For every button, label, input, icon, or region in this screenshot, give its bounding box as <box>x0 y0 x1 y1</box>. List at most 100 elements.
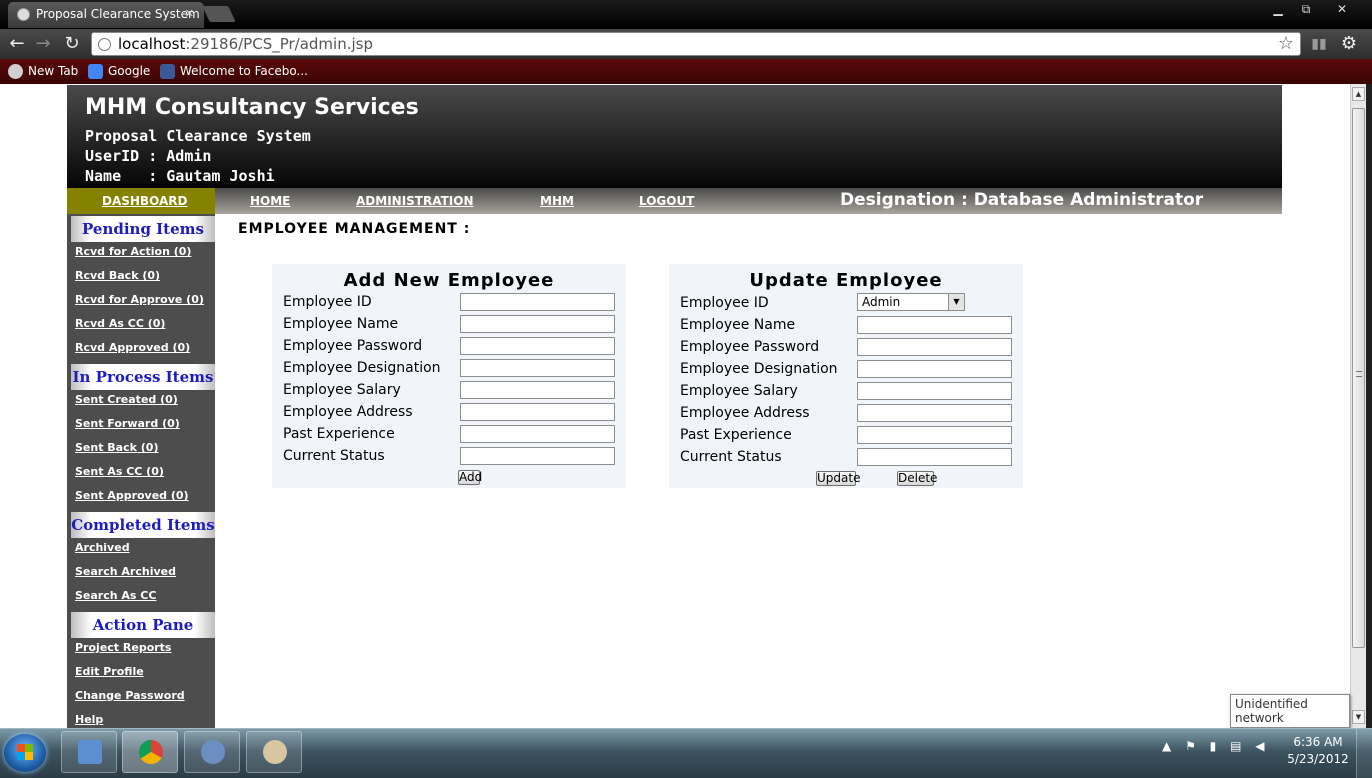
rcvd-back-link[interactable]: Rcvd Back (0) <box>75 269 160 282</box>
add-employee-password-input[interactable] <box>460 337 615 355</box>
update-employee-address-input[interactable] <box>857 404 1012 422</box>
change-password-link[interactable]: Change Password <box>75 689 185 702</box>
main-menu: DASHBOARD HOME ADMINISTRATION MHM LOGOUT… <box>67 188 1282 214</box>
add-past-experience-input[interactable] <box>460 425 615 443</box>
field-label: Employee ID <box>283 294 372 310</box>
menu-home[interactable]: HOME <box>250 194 290 208</box>
close-window-button[interactable]: ✕ <box>1320 0 1364 18</box>
in-process-items-heading: In Process Items <box>71 364 215 390</box>
sent-back-link[interactable]: Sent Back (0) <box>75 441 158 454</box>
new-tab-button[interactable] <box>202 6 236 22</box>
search-archived-link[interactable]: Search Archived <box>75 565 176 578</box>
dolphin-icon <box>201 740 225 764</box>
bookmark-new-tab[interactable]: New Tab <box>8 62 78 81</box>
update-employee-name-input[interactable] <box>857 316 1012 334</box>
system-name: Proposal Clearance System <box>85 127 311 145</box>
google-icon <box>88 64 103 79</box>
maximize-button[interactable]: ⧉ <box>1292 0 1320 18</box>
sent-forward-link[interactable]: Sent Forward (0) <box>75 417 180 430</box>
start-button[interactable] <box>4 734 46 772</box>
rcvd-for-action-link[interactable]: Rcvd for Action (0) <box>75 245 191 258</box>
minimize-button[interactable]: ▁ <box>1264 0 1292 18</box>
menu-mhm[interactable]: MHM <box>540 194 574 208</box>
update-employee-salary-input[interactable] <box>857 382 1012 400</box>
sent-as-cc-link[interactable]: Sent As CC (0) <box>75 465 164 478</box>
site-header: MHM Consultancy Services Proposal Cleara… <box>67 85 1282 188</box>
bookmark-google[interactable]: Google <box>88 62 150 81</box>
power-icon[interactable]: ▮ <box>1210 739 1217 753</box>
sidebar: Pending Items Rcvd for Action (0) Rcvd B… <box>67 214 215 728</box>
sent-approved-link[interactable]: Sent Approved (0) <box>75 489 189 502</box>
add-employee-id-input[interactable] <box>460 293 615 311</box>
add-employee-name-input[interactable] <box>460 315 615 333</box>
field-label: Past Experience <box>283 426 395 442</box>
bookmark-star-icon[interactable]: ☆ <box>1278 33 1294 55</box>
taskbar-app-chrome[interactable] <box>122 731 178 773</box>
forward-arrow-icon[interactable]: → <box>32 33 54 55</box>
update-past-experience-input[interactable] <box>857 426 1012 444</box>
add-employee-salary-input[interactable] <box>460 381 615 399</box>
menu-logout[interactable]: LOGOUT <box>639 194 694 208</box>
field-label: Employee Name <box>680 317 796 333</box>
menu-administration[interactable]: ADMINISTRATION <box>356 194 473 208</box>
update-employee-password-input[interactable] <box>857 338 1012 356</box>
completed-items-heading: Completed Items <box>71 512 215 538</box>
cube-icon <box>78 740 102 764</box>
reload-icon[interactable]: ↻ <box>61 33 83 55</box>
action-center-flag-icon[interactable]: ⚑ <box>1185 739 1196 753</box>
show-hidden-icons-icon[interactable]: ▲ <box>1162 739 1171 753</box>
update-employee-id-select[interactable]: Admin ▼ <box>857 293 965 311</box>
address-bar[interactable]: localhost:29186/PCS_Pr/admin.jsp ☆ <box>91 32 1301 56</box>
scroll-down-icon[interactable]: ▼ <box>1352 710 1365 724</box>
back-arrow-icon[interactable]: ← <box>6 33 28 55</box>
add-employee-designation-input[interactable] <box>460 359 615 377</box>
edit-profile-link[interactable]: Edit Profile <box>75 665 144 678</box>
add-current-status-input[interactable] <box>460 447 615 465</box>
bookmarks-bar: New Tab Google Welcome to Facebo... <box>0 59 1372 84</box>
show-desktop-button[interactable] <box>1356 729 1372 778</box>
add-employee-address-input[interactable] <box>460 403 615 421</box>
delete-button[interactable]: Delete <box>897 471 937 486</box>
page-menu-icon[interactable]: ▮▮ <box>1308 33 1330 55</box>
network-icon[interactable]: ▤ <box>1230 739 1241 753</box>
network-tooltip: Unidentified network No network access <box>1230 694 1350 738</box>
update-button[interactable]: Update <box>816 471 860 486</box>
page-info-icon[interactable] <box>98 38 111 51</box>
rcvd-for-approve-link[interactable]: Rcvd for Approve (0) <box>75 293 204 306</box>
rcvd-approved-link[interactable]: Rcvd Approved (0) <box>75 341 190 354</box>
sent-created-link[interactable]: Sent Created (0) <box>75 393 178 406</box>
update-employee-designation-input[interactable] <box>857 360 1012 378</box>
field-label: Past Experience <box>680 427 792 443</box>
paint-palette-icon <box>263 740 287 764</box>
url-host: localhost <box>118 35 186 53</box>
update-current-status-input[interactable] <box>857 448 1012 466</box>
network-status-title: Unidentified network <box>1235 697 1308 725</box>
grip-icon <box>1356 371 1362 377</box>
help-link[interactable]: Help <box>75 713 103 726</box>
taskbar-app-paint[interactable] <box>246 731 302 773</box>
volume-icon[interactable]: ◀ <box>1255 739 1264 753</box>
page-title: EMPLOYEE MANAGEMENT : <box>238 221 471 237</box>
archived-link[interactable]: Archived <box>75 541 130 554</box>
search-as-cc-link[interactable]: Search As CC <box>75 589 156 602</box>
tab-close-icon[interactable]: ✕ <box>185 2 194 26</box>
field-label: Employee Name <box>283 316 399 332</box>
facebook-icon <box>160 64 175 79</box>
wrench-icon[interactable]: ⚙ <box>1338 33 1360 55</box>
add-button[interactable]: Add <box>458 470 482 485</box>
add-employee-title: Add New Employee <box>343 270 555 291</box>
vertical-scrollbar[interactable]: ▲ ▼ <box>1350 84 1366 728</box>
project-reports-link[interactable]: Project Reports <box>75 641 171 654</box>
bookmark-facebook[interactable]: Welcome to Facebo... <box>160 62 308 81</box>
field-label: Current Status <box>680 449 782 465</box>
scrollbar-thumb[interactable] <box>1352 108 1365 648</box>
rcvd-as-cc-link[interactable]: Rcvd As CC (0) <box>75 317 165 330</box>
taskbar-app-dolphin[interactable] <box>184 731 240 773</box>
chevron-down-icon[interactable]: ▼ <box>948 294 964 310</box>
menu-dashboard[interactable]: DASHBOARD <box>102 194 187 208</box>
scroll-up-icon[interactable]: ▲ <box>1352 87 1365 101</box>
system-clock[interactable]: 6:36 AM 5/23/2012 <box>1286 734 1350 768</box>
taskbar-app-virtualbox[interactable] <box>61 731 117 773</box>
browser-tab[interactable]: Proposal Clearance System ✕ <box>8 2 204 28</box>
field-label: Employee Address <box>283 404 413 420</box>
